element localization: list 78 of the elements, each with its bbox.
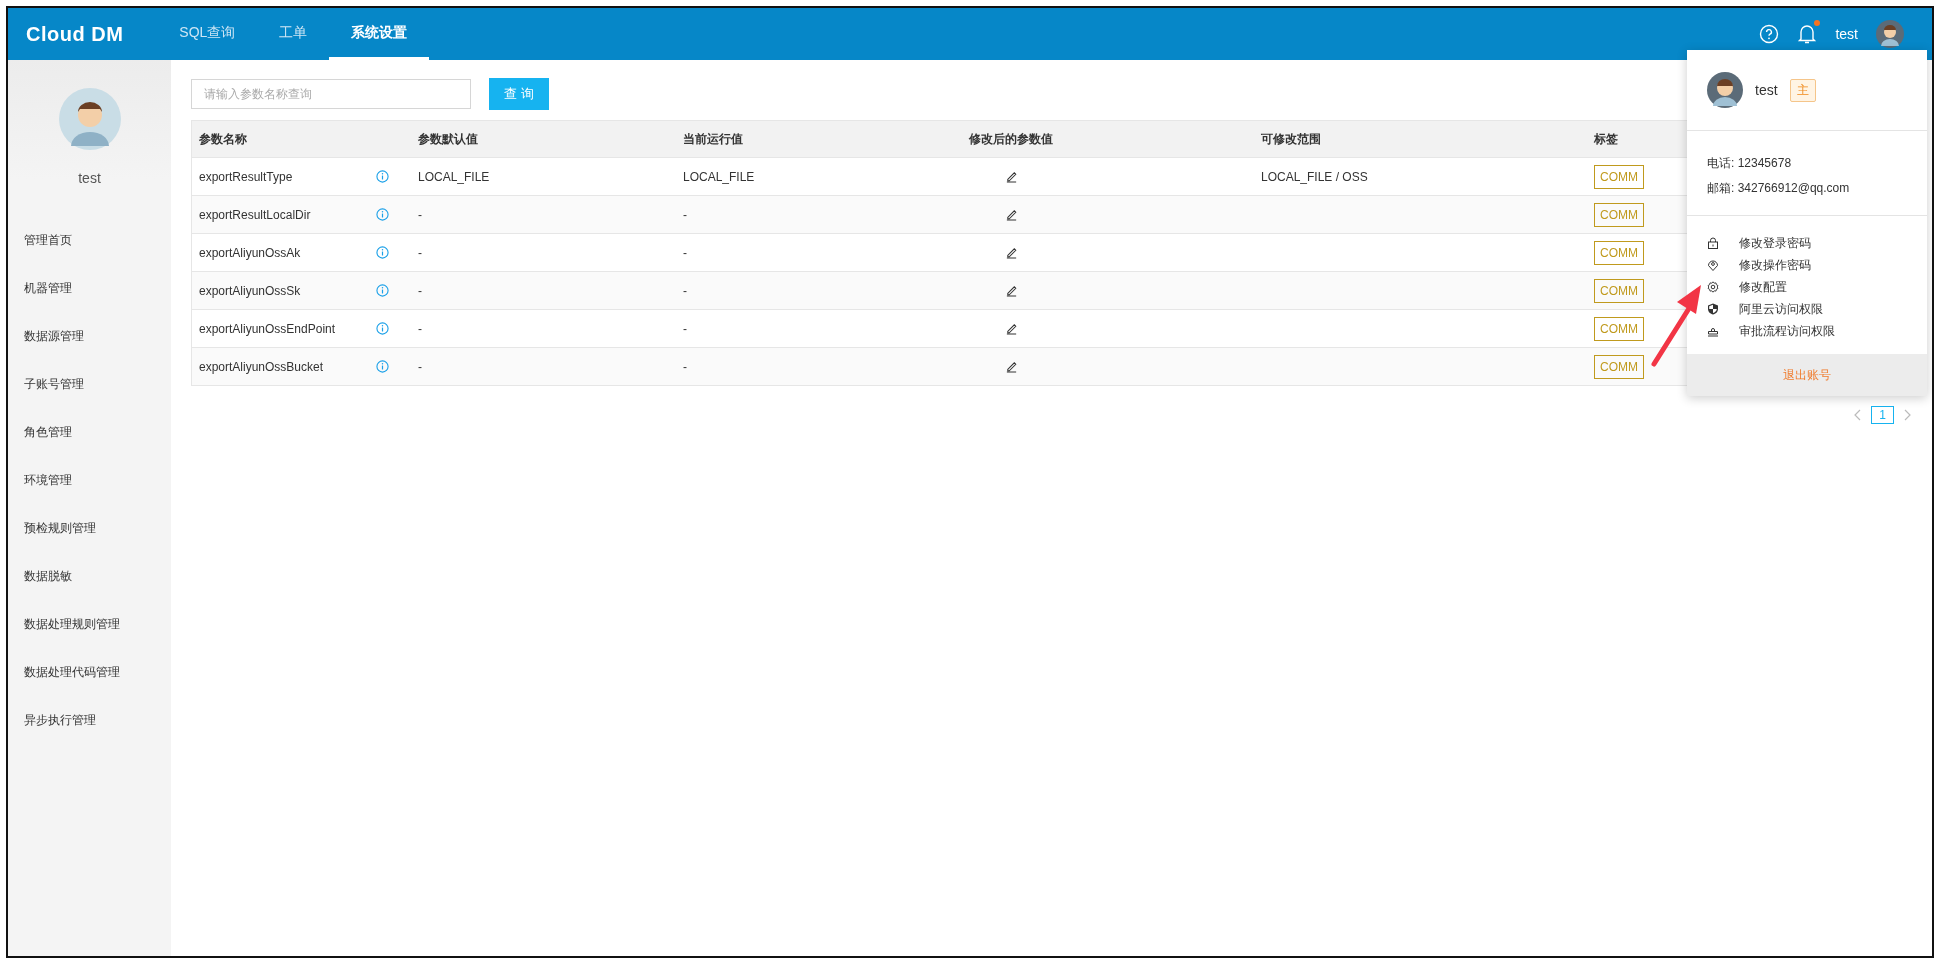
- sidebar-item[interactable]: 数据处理规则管理: [8, 600, 120, 648]
- sidebar-item[interactable]: 角色管理: [8, 408, 72, 456]
- table-cell-text: -: [682, 283, 688, 298]
- info-icon[interactable]: [376, 208, 389, 221]
- edit-icon[interactable]: [1004, 322, 1018, 335]
- table-cell-text: -: [417, 245, 423, 260]
- avatar-icon: [58, 88, 121, 150]
- table-cell-text: -: [417, 359, 423, 374]
- logo[interactable]: Cloud DM: [26, 22, 124, 46]
- table-cell-text: -: [682, 245, 688, 260]
- column-header: 当前运行值: [682, 130, 744, 148]
- nav-tab[interactable]: 系统设置: [329, 8, 430, 60]
- column-header: 标签: [1594, 130, 1619, 148]
- search-field[interactable]: 请输入参数名称查询: [191, 79, 471, 109]
- menu-item[interactable]: 修改配置: [1707, 276, 1907, 298]
- table-cell-text: -: [417, 283, 423, 298]
- email-text: 邮箱: 342766912@qq.com: [1707, 180, 1851, 197]
- table-cell-text: -: [682, 321, 688, 336]
- tag: COMM: [1594, 240, 1644, 265]
- avatar-icon[interactable]: [1876, 20, 1904, 48]
- table-cell: exportResultLocalDir: [199, 207, 311, 222]
- sidebar-item[interactable]: 环境管理: [8, 456, 72, 504]
- info-icon[interactable]: [376, 322, 389, 335]
- info-icon[interactable]: [376, 284, 389, 297]
- column-header: 可修改范围: [1260, 130, 1322, 148]
- table-cell: exportResultType: [199, 169, 293, 184]
- help-icon[interactable]: [1759, 24, 1780, 44]
- sidebar-item[interactable]: 数据处理代码管理: [8, 648, 120, 696]
- table-cell: exportAliyunOssSk: [199, 283, 301, 298]
- edit-icon[interactable]: [1004, 360, 1018, 373]
- column-header: 参数默认值: [417, 130, 479, 148]
- table-cell-text: -: [417, 321, 423, 336]
- lock-icon: [1707, 237, 1719, 249]
- edit-icon[interactable]: [1004, 284, 1018, 297]
- user-name[interactable]: test: [1835, 26, 1858, 42]
- edit-icon[interactable]: [1004, 208, 1018, 221]
- user-name: test: [1755, 82, 1778, 98]
- tag: COMM: [1594, 164, 1644, 189]
- edit-icon[interactable]: [1004, 170, 1018, 183]
- column-header: 修改后的参数值: [968, 130, 1054, 148]
- info-icon[interactable]: [376, 170, 389, 183]
- table-cell-text: LOCAL_FILE: [417, 169, 491, 184]
- column-header: 参数名称: [198, 130, 248, 148]
- edit-icon[interactable]: [1004, 246, 1018, 259]
- sidebar-item[interactable]: 机器管理: [8, 264, 72, 312]
- menu-item[interactable]: 审批流程访问权限: [1707, 320, 1907, 342]
- sidebar-item[interactable]: 数据脱敏: [8, 552, 72, 600]
- tag: COMM: [1594, 354, 1644, 379]
- table-cell: exportAliyunOssEndPoint: [199, 321, 336, 336]
- sidebar-item[interactable]: 数据源管理: [8, 312, 84, 360]
- phone-text: 电话: 12345678: [1707, 155, 1793, 172]
- tag: COMM: [1594, 202, 1644, 227]
- info-icon[interactable]: [376, 246, 389, 259]
- menu-item[interactable]: 修改登录密码: [1707, 232, 1907, 254]
- gear-icon: [1707, 281, 1719, 293]
- pin-icon: [1707, 259, 1719, 271]
- sidebar-item[interactable]: 子账号管理: [8, 360, 84, 408]
- table-cell-text: -: [417, 207, 423, 222]
- stamp-icon: [1707, 325, 1719, 337]
- bell-icon[interactable]: [1797, 23, 1818, 45]
- info-icon[interactable]: [376, 360, 389, 373]
- table-cell-text: -: [682, 359, 688, 374]
- role-badge: 主: [1789, 78, 1816, 102]
- table-cell: exportAliyunOssBucket: [199, 359, 324, 374]
- table-cell: LOCAL_FILE / OSS: [1261, 169, 1368, 184]
- user-name: test: [78, 170, 101, 186]
- avatar-icon: [1707, 72, 1743, 108]
- sidebar-item[interactable]: 异步执行管理: [8, 696, 96, 744]
- menu-item[interactable]: 修改操作密码: [1707, 254, 1907, 276]
- menu-item[interactable]: 阿里云访问权限: [1707, 298, 1907, 320]
- shield-icon: [1707, 303, 1719, 315]
- table-cell-text: LOCAL_FILE: [682, 169, 756, 184]
- tag: COMM: [1594, 278, 1644, 303]
- tag: COMM: [1594, 316, 1644, 341]
- table-cell-text: -: [682, 207, 688, 222]
- table-cell: exportAliyunOssAk: [199, 245, 301, 260]
- sidebar-item[interactable]: 预检规则管理: [8, 504, 96, 552]
- sidebar-item[interactable]: 管理首页: [8, 216, 72, 264]
